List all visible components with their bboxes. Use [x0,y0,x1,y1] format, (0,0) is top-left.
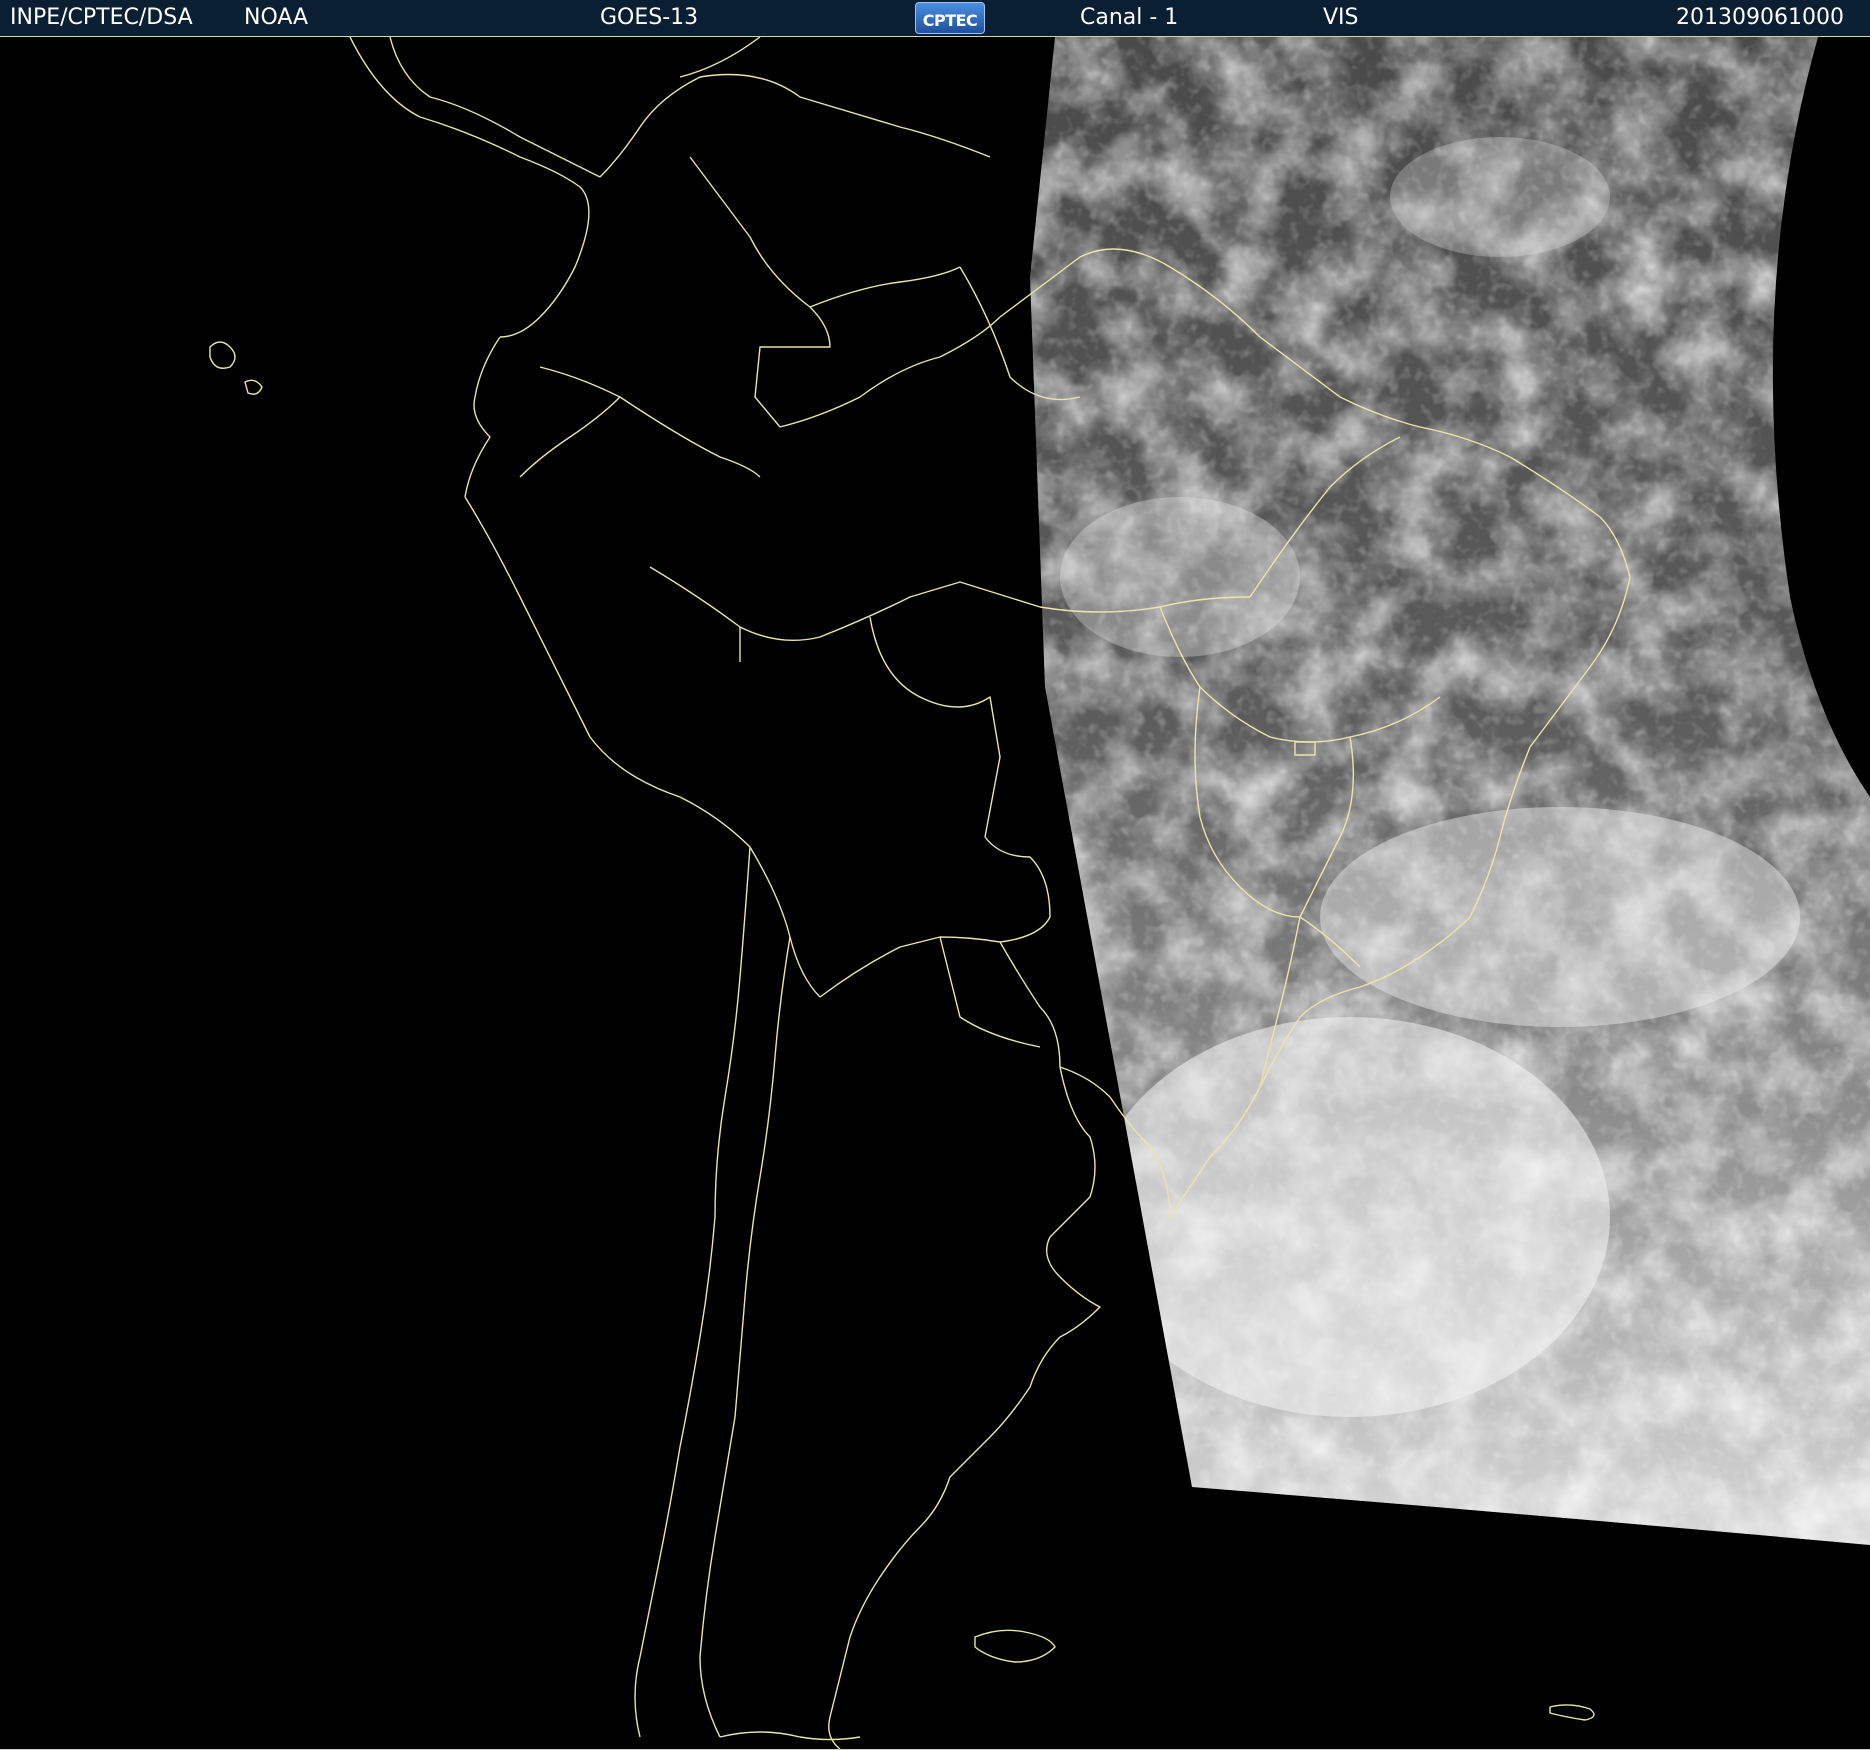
timestamp-label: 201309061000 [1676,5,1844,30]
satellite-map-svg [209,37,1870,1750]
satellite-map [0,37,1870,1750]
cptec-logo: CPTEC [915,2,985,34]
organization-label: INPE/CPTEC/DSA [10,5,193,30]
satellite-label: GOES-13 [600,5,699,30]
channel-label: Canal - 1 [1080,5,1179,30]
agency-label: NOAA [244,5,309,30]
band-label: VIS [1323,5,1359,30]
image-header-bar: INPE/CPTEC/DSA NOAA GOES-13 CPTEC Canal … [0,0,1870,37]
satellite-image-swath [1030,37,1870,1545]
